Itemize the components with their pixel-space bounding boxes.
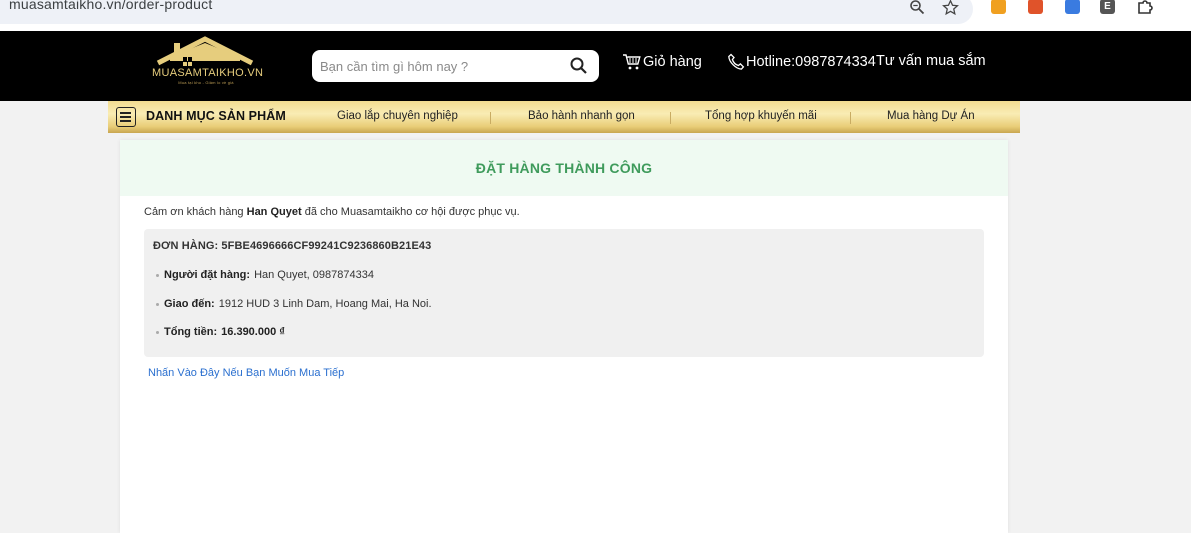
order-number: ĐƠN HÀNG: 5FBE4696666CF99241C9236860B21E… [153, 240, 432, 252]
nav-item-projects[interactable]: Mua hàng Dự Án [887, 110, 975, 122]
total-row: Tổng tiền: 16.390.000 ₫ [156, 326, 285, 338]
search-icon[interactable] [569, 56, 589, 76]
zoom-icon[interactable] [908, 0, 926, 16]
shipping-value: 1912 HUD 3 Linh Dam, Hoang Mai, Ha Noi. [218, 298, 432, 310]
cart-button[interactable]: Giỏ hàng [622, 53, 702, 71]
nav-item-installation[interactable]: Giao lắp chuyên nghiệp [337, 110, 458, 122]
total-label: Tổng tiền: [164, 326, 218, 338]
advice-link[interactable]: Tư vấn mua sắm [876, 53, 986, 69]
cart-icon [623, 54, 641, 70]
order-success-card: ĐẶT HÀNG THÀNH CÔNG Cảm ơn khách hàng Ha… [120, 140, 1008, 533]
hotline[interactable]: Hotline:0987874334 [727, 53, 876, 71]
buyer-value: Han Quyet, 0987874334 [254, 269, 374, 281]
thanks-prefix: Cảm ơn khách hàng [144, 206, 244, 218]
site-header: MUASAMTAIKHO.VN Mua tại kho - Giảm lo về… [0, 31, 1191, 101]
nav-divider [850, 112, 851, 124]
total-value: 16.390.000 ₫ [221, 326, 285, 338]
nav-divider [670, 112, 671, 124]
continue-shopping-link[interactable]: Nhấn Vào Đây Nếu Bạn Muốn Mua Tiếp [148, 367, 344, 379]
page-title: ĐẶT HÀNG THÀNH CÔNG [475, 160, 653, 176]
extension-icon-1[interactable] [991, 0, 1006, 14]
shipping-label: Giao đến: [164, 298, 215, 310]
browser-toolbar: muasamtaikho.vn/order-product E [0, 0, 1191, 31]
shipping-row: Giao đến: 1912 HUD 3 Linh Dam, Hoang Mai… [156, 298, 432, 310]
bullet [156, 330, 159, 334]
phone-icon [728, 53, 745, 70]
buyer-label: Người đặt hàng: [164, 269, 251, 281]
nav-item-promotions[interactable]: Tổng hợp khuyến mãi [705, 110, 817, 122]
extension-icon-2[interactable] [1028, 0, 1043, 14]
order-details: ĐƠN HÀNG: 5FBE4696666CF99241C9236860B21E… [144, 229, 984, 357]
extensions-puzzle-icon[interactable] [1136, 0, 1154, 16]
main-nav: DANH MỤC SẢN PHẨM Giao lắp chuyên nghiệp… [108, 101, 1020, 133]
hotline-label: Hotline:0987874334 [746, 54, 876, 70]
logo-house-icon[interactable] [150, 35, 260, 97]
bullet [156, 302, 159, 306]
bullet [156, 273, 159, 277]
url-text[interactable]: muasamtaikho.vn/order-product [9, 0, 212, 12]
cart-label: Giỏ hàng [643, 54, 702, 70]
logo-text: MUASAMTAIKHO.VN [152, 67, 264, 79]
search-box [312, 50, 599, 82]
success-banner: ĐẶT HÀNG THÀNH CÔNG [120, 140, 1008, 196]
extension-icon-3[interactable] [1065, 0, 1080, 14]
buyer-row: Người đặt hàng: Han Quyet, 0987874334 [156, 269, 374, 281]
thank-you-message: Cảm ơn khách hàng Han Quyet đã cho Muasa… [144, 206, 520, 218]
search-input[interactable] [320, 50, 560, 82]
bookmark-star-icon[interactable] [941, 0, 959, 16]
nav-item-warranty[interactable]: Bảo hành nhanh gọn [528, 110, 635, 122]
thanks-suffix: đã cho Muasamtaikho cơ hội được phục vụ. [304, 206, 520, 218]
logo-subtext: Mua tại kho - Giảm lo về giá [178, 80, 234, 85]
category-menu-title[interactable]: DANH MỤC SẢN PHẨM [146, 109, 286, 123]
menu-icon[interactable] [116, 107, 136, 127]
customer-name: Han Quyet [246, 206, 302, 218]
nav-divider [490, 112, 491, 124]
extension-icon-e[interactable]: E [1100, 0, 1115, 14]
